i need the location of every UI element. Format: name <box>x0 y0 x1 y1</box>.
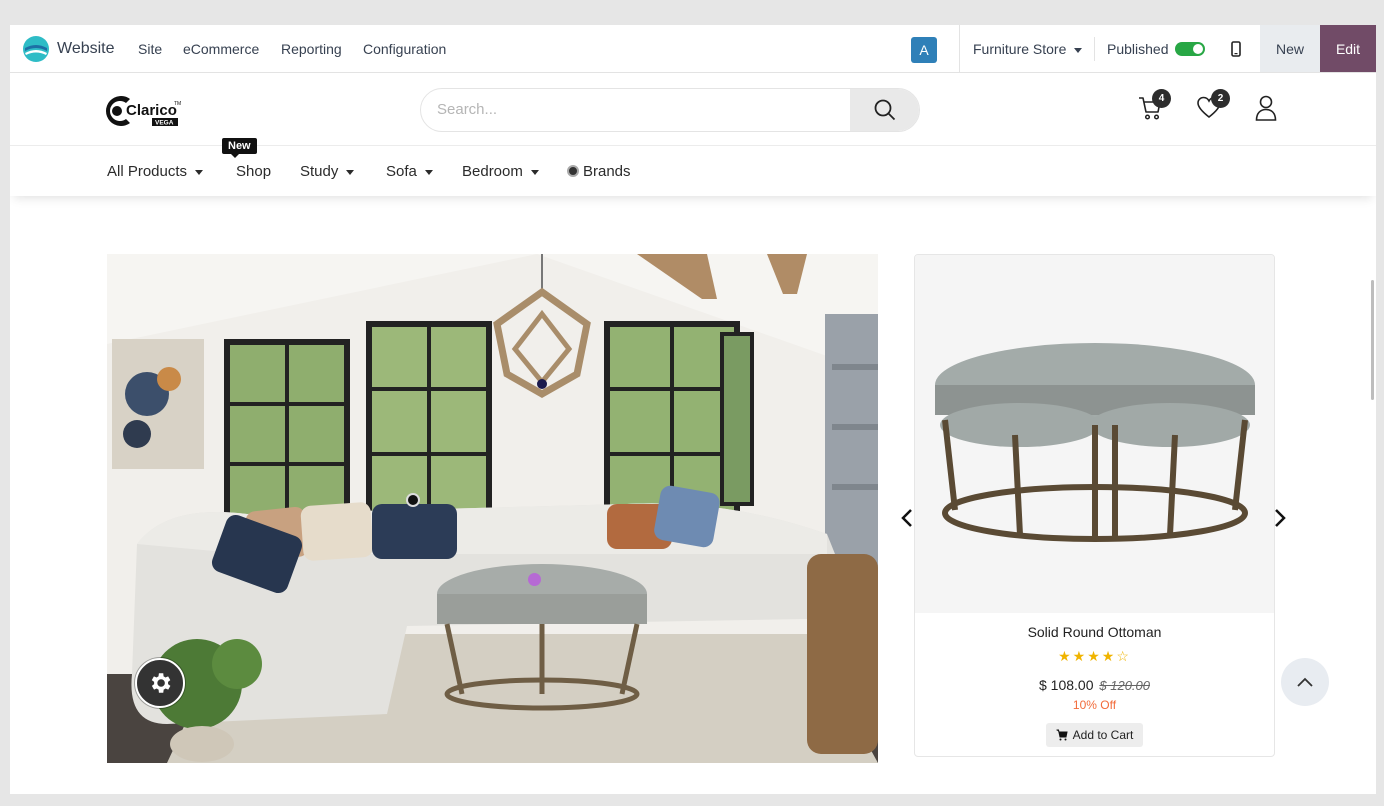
back-to-top-button[interactable] <box>1281 658 1329 706</box>
app-name[interactable]: Website <box>57 40 115 58</box>
ottoman-illustration <box>915 255 1274 613</box>
nav-shop[interactable]: Shop <box>236 163 271 180</box>
nav-study[interactable]: Study <box>300 163 355 180</box>
search-icon <box>874 99 895 121</box>
svg-text:TM: TM <box>174 101 181 107</box>
page-scrollbar[interactable] <box>1371 280 1374 400</box>
nav-label: All Products <box>107 163 188 180</box>
chevron-down-icon <box>1074 47 1083 53</box>
odoo-top-bar: Website Site eCommerce Reporting Configu… <box>10 25 1376 73</box>
wishlist-count-badge: 2 <box>1211 89 1230 108</box>
hotspot-pendant[interactable] <box>537 379 547 389</box>
living-room-illustration <box>107 254 878 763</box>
star-empty-icon: ☆ <box>1116 648 1131 664</box>
nav-bedroom[interactable]: Bedroom <box>462 163 539 180</box>
nav-sofa[interactable]: Sofa <box>386 163 433 180</box>
menu-reporting[interactable]: Reporting <box>281 41 342 57</box>
chevron-down-icon <box>346 169 355 175</box>
browser-page: Website Site eCommerce Reporting Configu… <box>10 25 1376 794</box>
chevron-down-icon <box>530 169 539 175</box>
hotspot-sofa[interactable] <box>406 493 420 507</box>
settings-button[interactable] <box>135 658 185 708</box>
product-name[interactable]: Solid Round Ottoman <box>915 624 1274 640</box>
nav-label: Sofa <box>386 163 417 180</box>
discount-label: 10% Off <box>1072 698 1117 712</box>
add-to-cart-label: Add to Cart <box>1072 728 1134 742</box>
cart-icon <box>1056 729 1068 741</box>
nav-brands[interactable]: Brands <box>567 163 631 180</box>
divider <box>1094 37 1095 61</box>
svg-text:VEGA: VEGA <box>155 120 174 127</box>
menu-ecommerce[interactable]: eCommerce <box>183 41 259 57</box>
published-toggle[interactable] <box>1175 42 1205 56</box>
carousel-next-icon[interactable] <box>1274 508 1286 528</box>
brands-icon <box>567 165 579 177</box>
menu-configuration[interactable]: Configuration <box>363 41 446 57</box>
product-card[interactable]: Solid Round Ottoman ★★★★☆ $ 108.00 $ 120… <box>914 254 1275 757</box>
mobile-preview-icon[interactable] <box>1231 41 1241 57</box>
clarico-logo[interactable]: Clarico TM VEGA <box>100 93 182 129</box>
account-button[interactable] <box>1255 95 1277 126</box>
cart-button[interactable]: 4 <box>1138 89 1171 126</box>
search-button[interactable] <box>850 89 919 131</box>
divider <box>959 25 960 72</box>
old-price: $ 120.00 <box>1099 678 1150 693</box>
website-app-icon[interactable] <box>23 36 49 62</box>
new-badge: New <box>222 138 257 158</box>
user-avatar[interactable]: A <box>911 37 937 63</box>
new-button[interactable]: New <box>1260 25 1320 72</box>
search-bar <box>420 88 920 132</box>
wishlist-button[interactable]: 2 <box>1196 89 1230 126</box>
svg-text:Clarico: Clarico <box>126 102 177 119</box>
gear-icon <box>151 673 171 693</box>
chevron-down-icon <box>195 169 204 175</box>
rating-stars: ★★★★☆ <box>915 648 1274 665</box>
chevron-up-icon <box>1297 677 1313 687</box>
store-dropdown[interactable]: Furniture Store <box>973 41 1083 57</box>
product-image[interactable] <box>915 255 1274 613</box>
price-block: $ 108.00 $ 120.00 <box>915 677 1274 693</box>
edit-button[interactable]: Edit <box>1320 25 1376 72</box>
nav-label: Brands <box>583 163 631 180</box>
category-nav: All Products New Shop Study Sofa Bedroom… <box>10 138 1376 196</box>
menu-site[interactable]: Site <box>138 41 162 57</box>
nav-label: Study <box>300 163 339 180</box>
published-label: Published <box>1107 41 1169 57</box>
current-price: $ 108.00 <box>1039 677 1094 693</box>
cart-count-badge: 4 <box>1152 89 1171 108</box>
carousel-prev-icon[interactable] <box>901 508 913 528</box>
hotspot-ottoman[interactable] <box>528 573 541 586</box>
search-input[interactable] <box>421 89 841 129</box>
nav-all-products[interactable]: All Products <box>107 163 204 180</box>
star-filled-icon: ★★★★ <box>1058 648 1117 664</box>
store-name: Furniture Store <box>973 41 1067 57</box>
hero-lifestyle-image <box>107 254 878 763</box>
nav-label: Bedroom <box>462 163 523 180</box>
add-to-cart-button[interactable]: Add to Cart <box>1046 723 1143 747</box>
user-icon <box>1255 95 1277 121</box>
chevron-down-icon <box>424 169 433 175</box>
